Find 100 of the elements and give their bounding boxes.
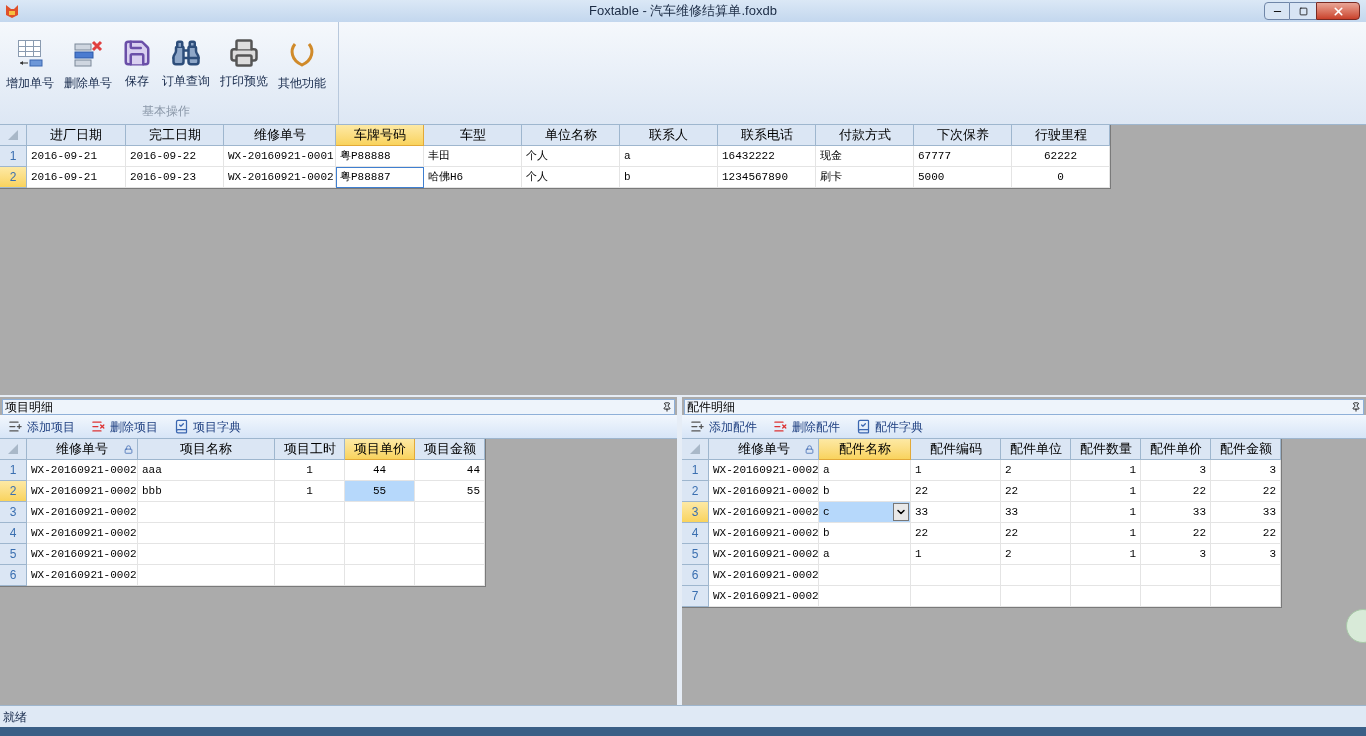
toolbar-button[interactable]: 配件字典: [856, 417, 923, 436]
cell-text: 0: [1057, 169, 1064, 185]
cell-text: 3: [1269, 546, 1276, 562]
column-header[interactable]: 维修单号: [709, 439, 819, 460]
app-logo-icon: [4, 3, 20, 19]
cell-text: 22: [1192, 525, 1206, 541]
cell-text: 丰田: [428, 148, 450, 164]
toolbar-button[interactable]: 项目字典: [174, 417, 241, 436]
row-header[interactable]: 2: [0, 481, 27, 502]
cell-text: 22: [1005, 483, 1019, 499]
toolbar-button[interactable]: 删除配件: [773, 417, 840, 436]
row-header[interactable]: 2: [0, 167, 27, 188]
cell-text: 1: [915, 546, 922, 562]
dropdown-button[interactable]: [893, 503, 909, 521]
row-header[interactable]: 2: [682, 481, 709, 502]
row-header[interactable]: 5: [682, 544, 709, 565]
table-cell: [415, 523, 485, 544]
cell-text: 哈佛H6: [428, 169, 464, 185]
cell-text: 22: [915, 525, 929, 541]
close-button[interactable]: [1316, 2, 1360, 20]
column-header[interactable]: 项目工时: [275, 439, 345, 460]
corner-triangle-icon: [8, 444, 18, 454]
cell-text: 1: [1129, 525, 1136, 541]
row-header[interactable]: 6: [0, 565, 27, 586]
maximize-button[interactable]: [1290, 2, 1316, 20]
cell-text: 1: [1129, 483, 1136, 499]
pin-icon[interactable]: [1351, 402, 1361, 412]
column-header[interactable]: 项目金额: [415, 439, 485, 460]
row-header[interactable]: 1: [0, 146, 27, 167]
table-cell: [1001, 586, 1071, 607]
column-header[interactable]: 联系电话: [718, 125, 816, 146]
ribbon-button[interactable]: 删除单号: [62, 38, 114, 92]
book-icon: [174, 419, 189, 434]
column-header[interactable]: 配件金额: [1211, 439, 1281, 460]
column-header[interactable]: 配件名称: [819, 439, 911, 460]
cell-text: b: [823, 483, 830, 499]
toolbar-button[interactable]: 添加项目: [8, 417, 75, 436]
row-header[interactable]: 7: [682, 586, 709, 607]
column-header[interactable]: 维修单号: [224, 125, 336, 146]
row-header[interactable]: 4: [682, 523, 709, 544]
toolbar-button[interactable]: 删除项目: [91, 417, 158, 436]
toolbar-button[interactable]: 添加配件: [690, 417, 757, 436]
cell-text: WX-20160921-0002: [31, 483, 137, 499]
cell-text: 3: [1269, 462, 1276, 478]
column-header[interactable]: 下次保养: [914, 125, 1012, 146]
column-header[interactable]: 完工日期: [126, 125, 224, 146]
cell-text: WX-20160921-0002: [228, 169, 334, 185]
save-icon: [122, 38, 152, 68]
cell-text: 55: [372, 483, 387, 499]
column-header[interactable]: 维修单号: [27, 439, 138, 460]
window-title: Foxtable - 汽车维修结算单.foxdb: [589, 2, 777, 21]
column-header[interactable]: 项目单价: [345, 439, 415, 460]
cell-text: 刷卡: [820, 169, 842, 185]
cell-text: 1: [1129, 462, 1136, 478]
row-header[interactable]: 4: [0, 523, 27, 544]
ribbon-button[interactable]: 其他功能: [276, 38, 328, 92]
column-header[interactable]: 行驶里程: [1012, 125, 1110, 146]
ribbon-button[interactable]: 保存: [120, 38, 154, 92]
printer-icon: [229, 38, 259, 68]
column-header[interactable]: 车型: [424, 125, 522, 146]
row-header[interactable]: 3: [0, 502, 27, 523]
cell-text: WX-20160921-0002: [31, 546, 137, 562]
column-header[interactable]: 单位名称: [522, 125, 620, 146]
cell-text: WX-20160921-0002: [713, 588, 818, 604]
cell-text: 33: [1262, 504, 1276, 520]
group-label: 基本操作: [142, 103, 190, 120]
column-header[interactable]: 配件编码: [911, 439, 1001, 460]
ribbon-button[interactable]: 增加单号: [4, 38, 56, 92]
cell-text: bbb: [142, 483, 162, 499]
cell-text: WX-20160921-0002: [31, 567, 137, 583]
table-cell: [1211, 586, 1281, 607]
column-header[interactable]: 配件数量: [1071, 439, 1141, 460]
row-header[interactable]: 5: [0, 544, 27, 565]
column-header[interactable]: 配件单价: [1141, 439, 1211, 460]
pin-icon[interactable]: [662, 402, 672, 412]
table-cell: [345, 523, 415, 544]
row-header[interactable]: 1: [682, 460, 709, 481]
cell-text: 1234567890: [722, 169, 788, 185]
table-cell: [415, 544, 485, 565]
close-icon: [1331, 4, 1345, 18]
delete-row-icon: [773, 419, 788, 434]
cell-text: 2: [1005, 546, 1012, 562]
row-header[interactable]: 1: [0, 460, 27, 481]
cell-text: 22: [1005, 525, 1019, 541]
cell-text: 33: [915, 504, 929, 520]
column-header[interactable]: 付款方式: [816, 125, 914, 146]
ribbon-button[interactable]: 订单查询: [160, 38, 212, 92]
row-header[interactable]: 6: [682, 565, 709, 586]
minimize-button[interactable]: [1264, 2, 1290, 20]
corner-triangle-icon: [690, 444, 700, 454]
column-header[interactable]: 配件单位: [1001, 439, 1071, 460]
ribbon-button[interactable]: 打印预览: [218, 38, 270, 92]
column-header[interactable]: 进厂日期: [27, 125, 126, 146]
column-header[interactable]: 车牌号码: [336, 125, 424, 146]
column-header[interactable]: 项目名称: [138, 439, 275, 460]
cell-text: 33: [1192, 504, 1206, 520]
table-cell: [275, 544, 345, 565]
column-header[interactable]: 联系人: [620, 125, 718, 146]
row-header[interactable]: 3: [682, 502, 709, 523]
cell-text: 2016-09-21: [31, 148, 97, 164]
